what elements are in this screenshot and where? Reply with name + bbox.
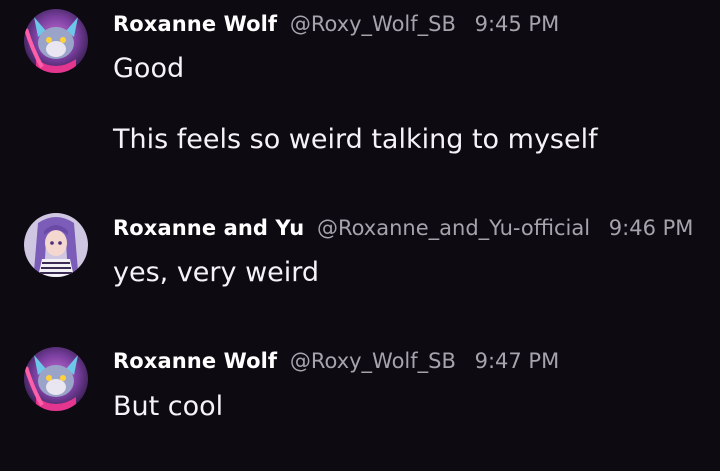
author-name[interactable]: Roxanne Wolf <box>113 12 277 36</box>
message-timestamp: 9:46 PM <box>608 216 694 240</box>
avatar-image <box>24 347 88 411</box>
author-handle[interactable]: @Roxy_Wolf_SB <box>290 12 456 36</box>
message-header: Roxanne and Yu @Roxanne_and_Yu-official … <box>113 213 693 243</box>
avatar-image <box>24 9 88 73</box>
message-text: yes, very weird <box>113 257 320 288</box>
author-name[interactable]: Roxanne and Yu <box>113 216 304 240</box>
message-header: Roxanne Wolf @Roxy_Wolf_SB 9:47 PM <box>113 346 559 376</box>
author-name[interactable]: Roxanne Wolf <box>113 349 277 373</box>
message-timestamp: 9:47 PM <box>474 349 560 373</box>
message-timestamp: 9:45 PM <box>474 12 560 36</box>
wolf-character-avatar[interactable] <box>24 9 88 73</box>
avatar-image <box>24 213 88 277</box>
chat-log: Roxanne Wolf @Roxy_Wolf_SB 9:45 PM Good … <box>0 0 720 471</box>
message-text: Good <box>113 53 185 84</box>
author-handle[interactable]: @Roxanne_and_Yu-official <box>317 216 590 240</box>
wolf-character-avatar[interactable] <box>24 347 88 411</box>
author-handle[interactable]: @Roxy_Wolf_SB <box>290 349 456 373</box>
purple-haired-character-avatar[interactable] <box>24 213 88 277</box>
message-text: But cool <box>113 391 224 422</box>
message-text: This feels so weird talking to myself <box>113 124 598 155</box>
message-header: Roxanne Wolf @Roxy_Wolf_SB 9:45 PM <box>113 9 559 39</box>
